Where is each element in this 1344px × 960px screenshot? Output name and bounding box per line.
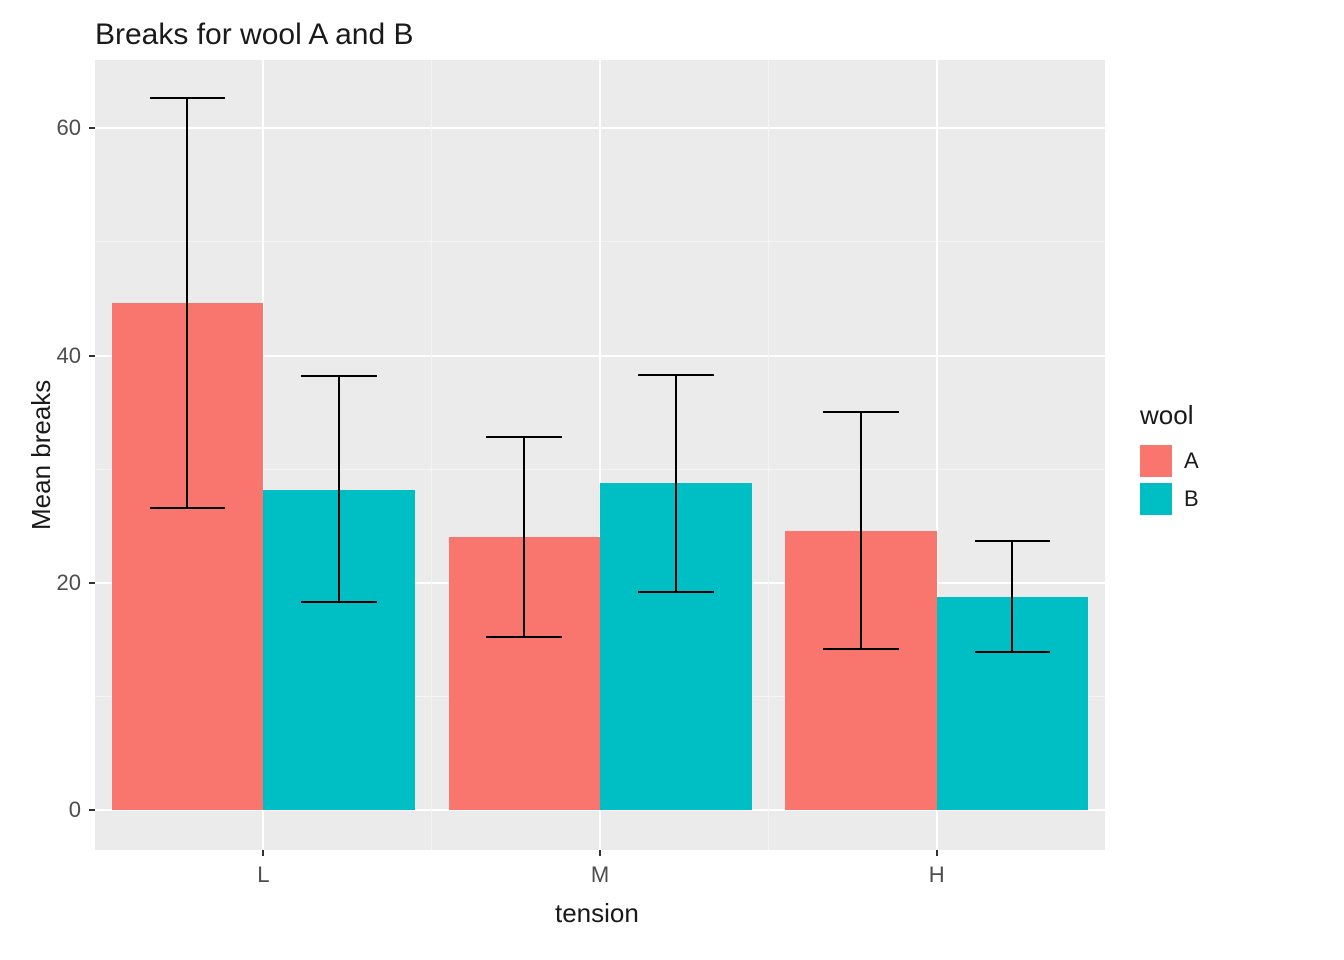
- legend-label: B: [1184, 486, 1199, 512]
- plot-panel: [95, 60, 1105, 850]
- y-tick-mark: [89, 809, 95, 811]
- errorbar-B-L: [338, 376, 340, 602]
- y-tick-mark: [89, 355, 95, 357]
- errorbar-A-H: [860, 412, 862, 648]
- errorbar-cap: [823, 411, 899, 413]
- legend-item-A: A: [1140, 445, 1199, 477]
- chart-container: Breaks for wool A and B Mean breaks tens…: [0, 0, 1344, 960]
- errorbar-cap: [486, 436, 562, 438]
- x-tick-label: L: [257, 862, 269, 888]
- y-tick-label: 40: [0, 343, 81, 369]
- legend: wool AB: [1140, 400, 1199, 521]
- errorbar-cap: [486, 636, 562, 638]
- errorbar-A-L: [186, 99, 188, 508]
- legend-swatch: [1140, 445, 1172, 477]
- errorbar-A-M: [523, 437, 525, 637]
- x-tick-mark: [599, 850, 601, 856]
- chart-title: Breaks for wool A and B: [95, 18, 414, 52]
- y-axis-title: Mean breaks: [26, 380, 57, 530]
- grid-minor-v: [768, 60, 769, 850]
- errorbar-cap: [150, 97, 226, 99]
- x-axis-title: tension: [555, 898, 639, 929]
- errorbar-cap: [975, 540, 1051, 542]
- y-tick-mark: [89, 582, 95, 584]
- errorbar-cap: [301, 375, 377, 377]
- legend-swatch: [1140, 483, 1172, 515]
- errorbar-cap: [150, 507, 226, 509]
- y-tick-mark: [89, 127, 95, 129]
- errorbar-B-M: [675, 375, 677, 592]
- y-tick-label: 0: [0, 797, 81, 823]
- y-tick-label: 60: [0, 115, 81, 141]
- errorbar-cap: [975, 651, 1051, 653]
- x-tick-mark: [262, 850, 264, 856]
- x-tick-mark: [936, 850, 938, 856]
- errorbar-cap: [638, 591, 714, 593]
- errorbar-cap: [638, 374, 714, 376]
- legend-label: A: [1184, 448, 1199, 474]
- errorbar-cap: [823, 648, 899, 650]
- legend-item-B: B: [1140, 483, 1199, 515]
- legend-key: [1140, 445, 1172, 477]
- errorbar-B-H: [1011, 541, 1013, 652]
- y-tick-label: 20: [0, 570, 81, 596]
- errorbar-cap: [301, 601, 377, 603]
- x-tick-label: M: [591, 862, 609, 888]
- legend-title: wool: [1140, 400, 1199, 431]
- grid-minor-v: [431, 60, 432, 850]
- x-tick-label: H: [929, 862, 945, 888]
- legend-key: [1140, 483, 1172, 515]
